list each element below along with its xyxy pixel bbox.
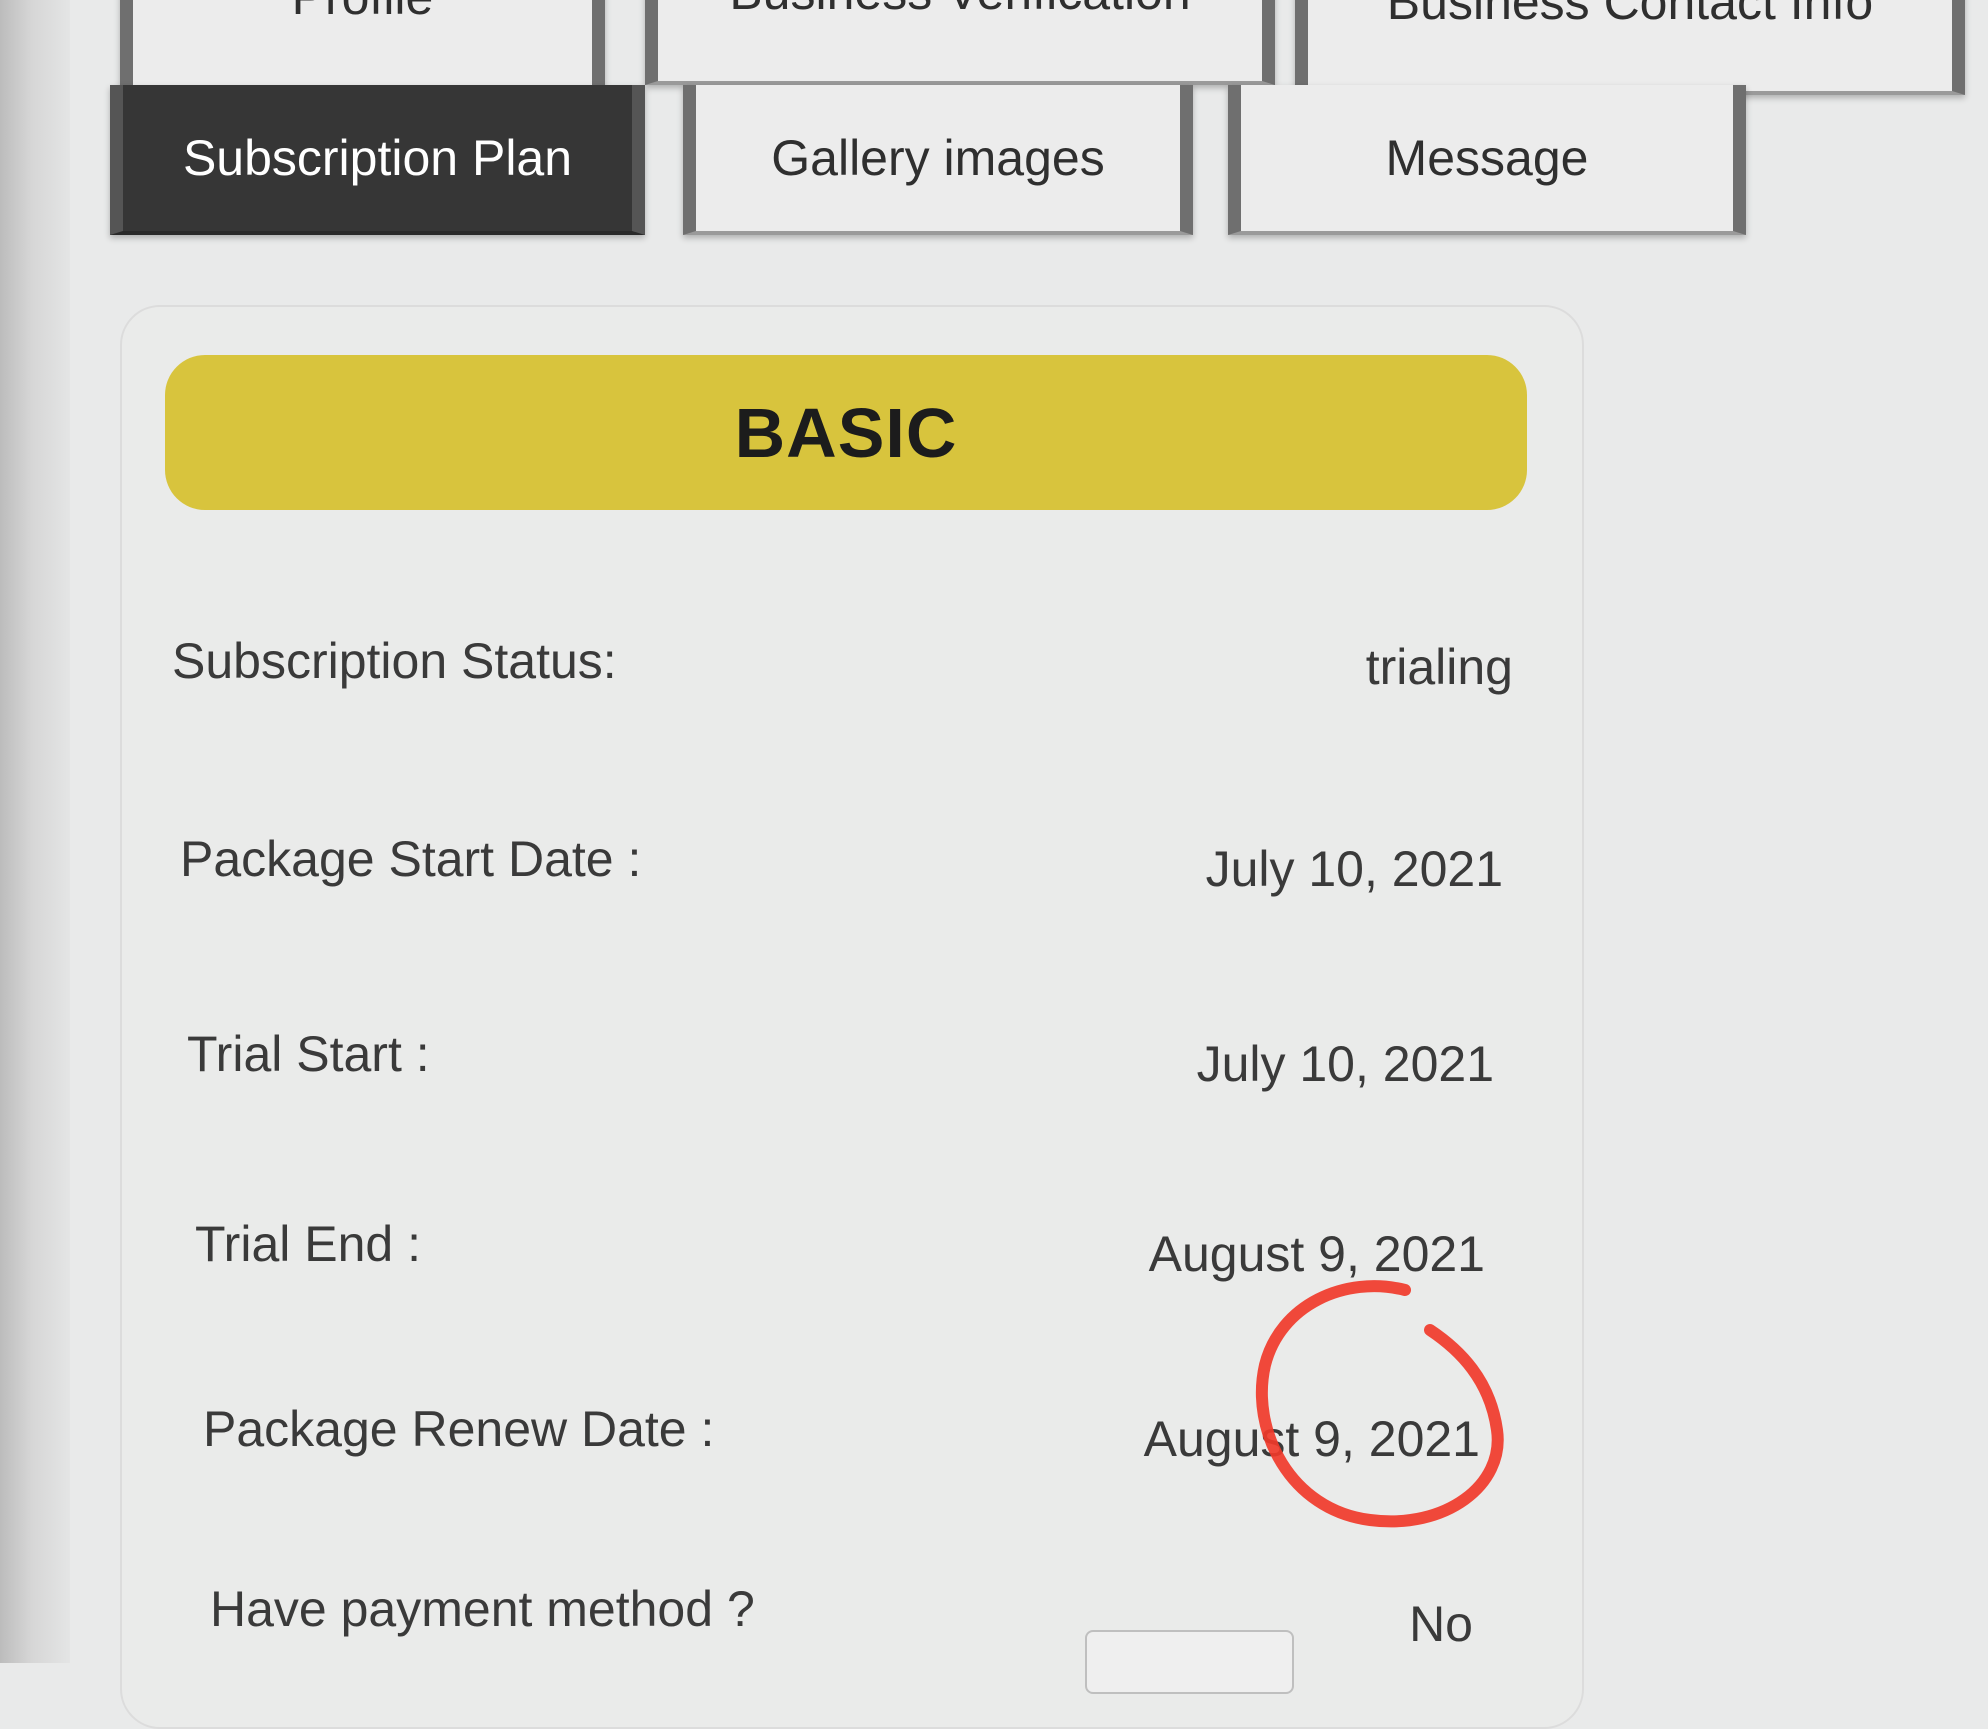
- tab-subscription-plan[interactable]: Subscription Plan: [110, 85, 645, 235]
- trial-start-value: July 10, 2021: [1196, 1036, 1494, 1092]
- tab-message[interactable]: Message: [1228, 85, 1746, 235]
- subscription-status-label: Subscription Status:: [172, 633, 617, 689]
- package-renew-date-label: Package Renew Date :: [203, 1401, 715, 1457]
- plan-name-badge: BASIC: [165, 355, 1527, 510]
- tab-business-verification[interactable]: Business Verification: [645, 0, 1275, 85]
- subscription-status-value: trialing: [1365, 639, 1513, 695]
- package-start-date-label: Package Start Date :: [180, 831, 642, 887]
- payment-method-value: No: [1409, 1596, 1473, 1652]
- tab-profile-label: Profile: [292, 0, 434, 26]
- tab-profile[interactable]: Profile: [120, 0, 605, 90]
- tab-business-contact-info-label: Business Contact Info: [1386, 0, 1874, 30]
- tab-message-label: Message: [1385, 130, 1589, 186]
- tab-gallery-images-label: Gallery images: [771, 130, 1105, 186]
- plan-name: BASIC: [734, 393, 958, 472]
- red-circle-annotation: [1255, 1280, 1504, 1528]
- tab-business-verification-label: Business Verification: [729, 0, 1190, 21]
- trial-start-label: Trial Start :: [187, 1026, 430, 1082]
- package-start-date-value: July 10, 2021: [1205, 841, 1503, 897]
- tab-subscription-plan-label: Subscription Plan: [182, 130, 573, 186]
- trial-end-label: Trial End :: [195, 1216, 422, 1272]
- payment-method-label: Have payment method ?: [210, 1581, 755, 1637]
- tab-gallery-images[interactable]: Gallery images: [683, 85, 1193, 235]
- partial-button[interactable]: [1085, 1630, 1294, 1694]
- tab-business-contact-info[interactable]: Business Contact Info: [1295, 0, 1965, 95]
- screen-bezel: [0, 0, 70, 1663]
